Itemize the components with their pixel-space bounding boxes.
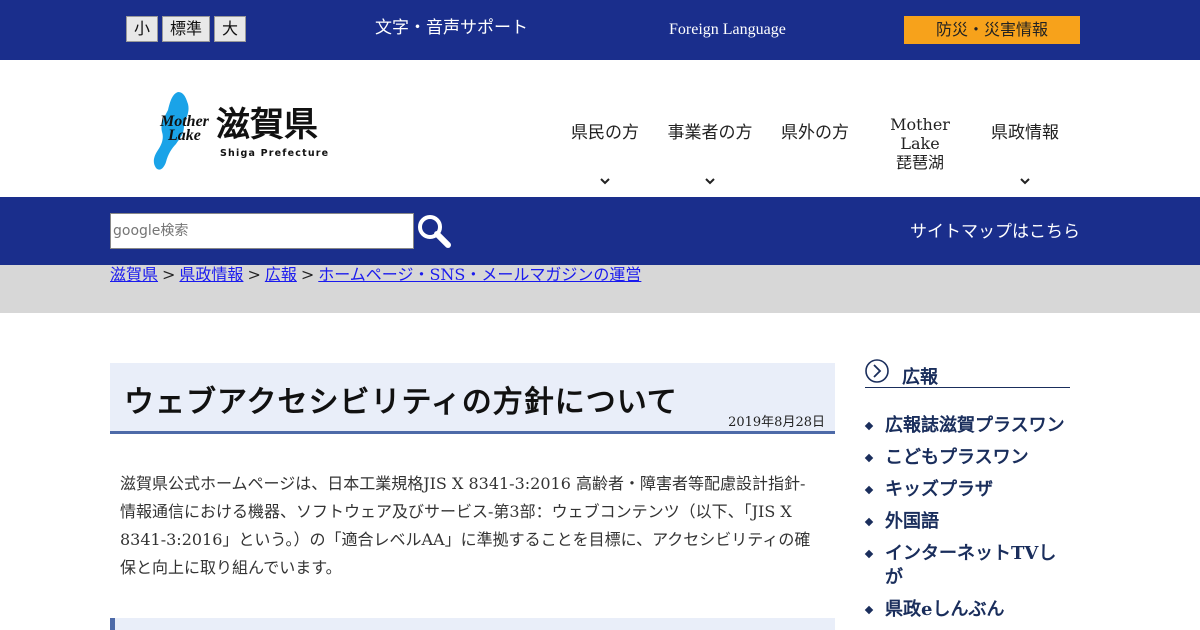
sidebar-item-foreign[interactable]: 外国語 [864, 510, 1070, 534]
diamond-bullet-icon [864, 453, 874, 463]
sidebar-item-tv[interactable]: インターネットTVしが [864, 542, 1070, 590]
intro-paragraph: 滋賀県公式ホームページは、日本工業規格JIS X 8341-3:2016 高齢者… [120, 474, 811, 577]
sidebar-item-eshinbun[interactable]: 県政eしんぶん [864, 598, 1070, 622]
chevron-down-icon [600, 178, 610, 185]
sidebar-item-kids[interactable]: キッズプラザ [864, 478, 1070, 502]
sidebar-item-plusone[interactable]: 広報誌滋賀プラスワン [864, 414, 1070, 438]
nav-visitors-label: 県外の方 [781, 123, 849, 143]
sidebar-heading: 広報 [865, 359, 1070, 388]
disaster-info-button[interactable]: 防災・災害情報 [904, 16, 1080, 44]
diamond-bullet-icon [864, 549, 874, 559]
nav-residents[interactable]: 県民の方 [566, 60, 644, 197]
breadcrumb-band: 滋賀県 > 県政情報 > 広報 > ホームページ・SNS・メールマガジンの運営 [0, 265, 1200, 313]
publish-date: 2019年8月28日 [728, 415, 825, 430]
search-icon[interactable] [416, 213, 452, 249]
sitemap-link[interactable]: サイトマップはこちら [900, 217, 1080, 242]
breadcrumb-separator: > [300, 265, 315, 284]
diamond-bullet-icon [864, 421, 874, 431]
diamond-bullet-icon [864, 485, 874, 495]
section-heading-box [110, 618, 835, 630]
font-size-small-button[interactable]: 小 [126, 16, 158, 42]
chevron-down-icon [705, 178, 715, 185]
nav-mother-lake-label-en: Mother Lake [890, 115, 950, 153]
nav-visitors[interactable]: 県外の方 [776, 60, 854, 197]
top-utility-bar: 小 標準 大 文字・音声サポート Foreign Language 防災・災害情… [0, 0, 1200, 60]
breadcrumb-link-home[interactable]: 滋賀県 [110, 265, 158, 284]
nav-government-info-label: 県政情報 [991, 123, 1059, 143]
circle-chevron-right-icon [865, 359, 889, 383]
nav-businesses[interactable]: 事業者の方 [664, 60, 756, 197]
voice-support-link[interactable]: 文字・音声サポート [375, 0, 528, 60]
sidebar-item-label: 県政eしんぶん [885, 599, 1005, 620]
breadcrumb-separator: > [247, 265, 261, 284]
font-size-large-button[interactable]: 大 [214, 16, 246, 42]
nav-mother-lake[interactable]: Mother Lake 琵琶湖 [870, 60, 970, 197]
page-title-box: ウェブアクセシビリティの方針について 2019年8月28日 [110, 363, 835, 434]
nav-businesses-label: 事業者の方 [667, 123, 753, 143]
logo-kanji-text: 滋賀県 [216, 105, 318, 145]
sidebar-item-label: 広報誌滋賀プラスワン [885, 415, 1065, 436]
search-input[interactable] [110, 213, 414, 249]
breadcrumb-separator: > [162, 265, 176, 284]
site-header: Mother Lake 滋賀県 Shiga Prefecture 県民の方 事業… [0, 60, 1200, 197]
diamond-bullet-icon [864, 517, 874, 527]
nav-mother-lake-label: Mother Lake 琵琶湖 [870, 115, 970, 172]
shiga-logo[interactable]: Mother Lake 滋賀県 Shiga Prefecture [150, 88, 340, 174]
sidebar-item-label: こどもプラスワン [885, 447, 1029, 468]
sidebar-item-label: 外国語 [885, 511, 939, 532]
foreign-language-link[interactable]: Foreign Language [669, 0, 786, 60]
sidebar-item-kodomo[interactable]: こどもプラスワン [864, 446, 1070, 470]
logo-lake-text: Lake [167, 127, 201, 144]
nav-residents-label: 県民の方 [571, 123, 639, 143]
breadcrumb-link-pr[interactable]: 広報 [265, 265, 297, 284]
page-title: ウェブアクセシビリティの方針について [124, 385, 678, 420]
nav-mother-lake-label-jp: 琵琶湖 [895, 153, 944, 172]
sidebar-list: 広報誌滋賀プラスワン こどもプラスワン キッズプラザ 外国語 インターネットTV… [864, 414, 1070, 630]
diamond-bullet-icon [864, 605, 874, 615]
sidebar-title: 広報 [902, 367, 938, 388]
sidebar-item-label: インターネットTVしが [885, 543, 1057, 588]
chevron-down-icon [1020, 178, 1030, 185]
nav-government-info[interactable]: 県政情報 [986, 60, 1064, 197]
search-bar: サイトマップはこちら [0, 197, 1200, 265]
breadcrumb: 滋賀県 > 県政情報 > 広報 > ホームページ・SNS・メールマガジンの運営 [110, 265, 641, 285]
breadcrumb-link-government[interactable]: 県政情報 [179, 265, 243, 284]
font-size-standard-button[interactable]: 標準 [162, 16, 210, 42]
breadcrumb-link-web-operation[interactable]: ホームページ・SNS・メールマガジンの運営 [318, 265, 641, 284]
sidebar-item-label: キッズプラザ [885, 479, 993, 500]
logo-sub-text: Shiga Prefecture [220, 148, 329, 159]
